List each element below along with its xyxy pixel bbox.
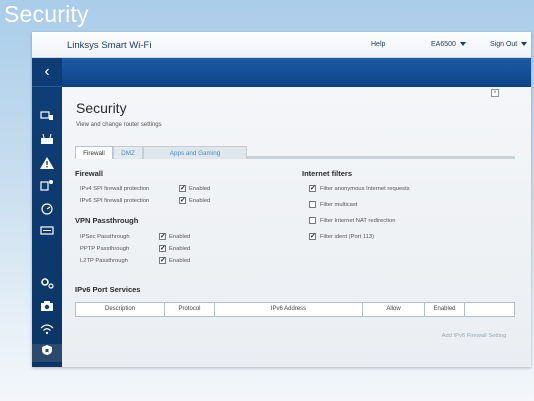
camera-icon[interactable]	[39, 300, 54, 313]
filter-nat-redirection-label: Filter Internet NAT redirection	[320, 218, 396, 224]
brand-name: Linksys Smart Wi-Fi	[67, 40, 152, 51]
filter-nat-redirection-checkbox[interactable]	[309, 217, 316, 224]
chevron-down-icon	[459, 42, 466, 47]
column-description: Description	[76, 303, 165, 316]
sign-out-label: Sign Out	[490, 41, 518, 48]
sidebar: ‹	[32, 58, 62, 367]
chevron-down-icon	[521, 42, 528, 47]
filter-anonymous-label: Filter anonymous Internet requests	[320, 186, 410, 192]
router-admin-window: Linksys Smart Wi-Fi Help EA6500 Sign Out…	[32, 32, 531, 367]
column-protocol: Protocol	[165, 303, 215, 316]
header-band	[62, 58, 531, 87]
top-bar: Linksys Smart Wi-Fi Help EA6500 Sign Out	[32, 32, 531, 58]
firewall-heading: Firewall	[75, 169, 103, 178]
vpn-heading: VPN Passthrough	[75, 216, 139, 225]
router-icon[interactable]	[39, 133, 54, 147]
ipv6-spi-checkbox[interactable]: ✓	[179, 197, 186, 204]
internet-filters-heading: Internet filters	[302, 169, 353, 178]
wifi-icon[interactable]	[39, 323, 54, 336]
pptp-state: Enabled	[169, 246, 191, 252]
ipv6-port-services-heading: IPv6 Port Services	[75, 285, 141, 294]
close-icon[interactable]: ×	[491, 89, 499, 97]
tab-strip: Firewall DMZ Apps and Gaming	[75, 146, 515, 159]
security-icon[interactable]	[32, 344, 62, 362]
ipsec-checkbox[interactable]: ✓	[159, 233, 166, 240]
slide-title: Security	[4, 1, 89, 27]
alert-icon[interactable]	[39, 157, 54, 170]
filter-multicast-label: Filter multicast	[320, 202, 358, 208]
l2tp-label: L2TP Passthrough	[80, 258, 128, 264]
filter-ident-label: Filter ident (Port 113)	[320, 234, 375, 240]
ipv4-spi-label: IPv4 SPI firewall protection	[80, 186, 150, 192]
router-model-label: EA6500	[431, 41, 456, 48]
l2tp-checkbox[interactable]: ✓	[159, 257, 166, 264]
tab-firewall[interactable]: Firewall	[75, 146, 113, 159]
ipsec-state: Enabled	[169, 234, 191, 240]
column-allow: Allow	[363, 303, 425, 316]
speed-test-icon[interactable]	[39, 203, 54, 216]
content-panel	[62, 87, 531, 367]
settings-icon[interactable]	[39, 277, 54, 290]
page-title: Security	[76, 100, 127, 116]
sign-out-dropdown[interactable]: Sign Out	[490, 41, 528, 48]
tab-dmz[interactable]: DMZ	[113, 146, 143, 159]
column-ipv6-address: IPv6 Address	[215, 303, 363, 316]
help-link[interactable]: Help	[371, 41, 385, 48]
add-ipv6-firewall-setting-button[interactable]: Add IPv6 Firewall Setting	[433, 331, 515, 341]
pptp-label: PPTP Passthrough	[80, 246, 130, 252]
router-model-dropdown[interactable]: EA6500	[431, 41, 466, 48]
l2tp-state: Enabled	[169, 258, 191, 264]
filter-ident-checkbox[interactable]: ✓	[309, 233, 316, 240]
parental-controls-icon[interactable]	[39, 179, 54, 192]
column-actions	[465, 303, 514, 316]
storage-icon[interactable]	[39, 225, 54, 238]
devices-icon[interactable]	[39, 110, 54, 123]
ipv6-services-table-header: Description Protocol IPv6 Address Allow …	[75, 302, 515, 317]
back-arrow-icon[interactable]: ‹	[32, 58, 62, 87]
ipv4-spi-checkbox[interactable]: ✓	[179, 185, 186, 192]
ipv6-spi-state: Enabled	[189, 198, 211, 204]
filter-anonymous-checkbox[interactable]: ✓	[309, 185, 316, 192]
pptp-checkbox[interactable]: ✓	[159, 245, 166, 252]
ipv4-spi-state: Enabled	[189, 186, 211, 192]
ipv6-spi-label: IPv6 SPI firewall protection	[80, 198, 150, 204]
filter-multicast-checkbox[interactable]	[309, 201, 316, 208]
tab-apps-and-gaming[interactable]: Apps and Gaming	[143, 146, 247, 159]
column-enabled: Enabled	[425, 303, 465, 316]
page-subtitle: View and change router settings	[76, 122, 162, 128]
ipsec-label: IPSec Passthrough	[80, 234, 130, 240]
